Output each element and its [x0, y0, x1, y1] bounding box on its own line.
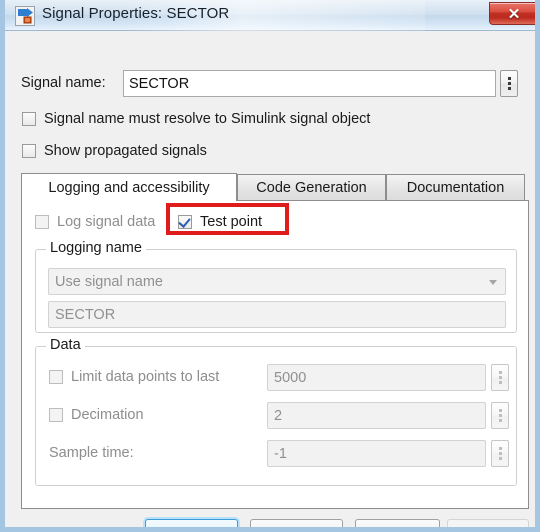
checkbox-label: Decimation: [71, 407, 144, 423]
tab-label: Logging and accessibility: [48, 179, 210, 196]
tab-documentation[interactable]: Documentation: [386, 174, 525, 201]
help-button-label: Help: [383, 526, 413, 527]
vertical-ellipsis-icon: [492, 365, 508, 390]
checkbox-log-signal-data[interactable]: Log signal data: [35, 214, 155, 230]
ok-button[interactable]: OK: [145, 519, 238, 527]
apply-button-label: Apply: [470, 526, 506, 527]
group-logging-name: Logging name Use signal name SECTOR: [35, 240, 517, 333]
sample-time-field[interactable]: -1: [267, 440, 486, 467]
logging-name-value-field[interactable]: SECTOR: [48, 301, 506, 328]
limit-data-points-browse-button[interactable]: [491, 364, 509, 391]
vertical-ellipsis-icon: [492, 441, 508, 466]
chevron-down-icon: [489, 279, 497, 285]
signal-name-browse-button[interactable]: [500, 70, 518, 97]
checkbox-label: Show propagated signals: [44, 143, 207, 159]
apply-button: Apply: [447, 519, 529, 527]
checkbox-label: Limit data points to last: [71, 369, 220, 385]
tab-label: Code Generation: [256, 180, 367, 196]
checkbox-decimation[interactable]: Decimation: [49, 407, 144, 423]
signal-name-label: Signal name:: [21, 75, 106, 91]
tab-logging-and-accessibility[interactable]: Logging and accessibility: [21, 173, 237, 201]
checkbox-box: [49, 370, 63, 384]
checkbox-box: [49, 408, 63, 422]
checkbox-limit-data-points[interactable]: Limit data points to last: [49, 369, 219, 385]
limit-data-points-value: 5000: [274, 369, 307, 386]
decimation-value: 2: [274, 407, 283, 424]
cancel-button-label: Cancel: [274, 526, 319, 527]
window-title: Signal Properties: SECTOR: [42, 5, 230, 22]
signal-name-input[interactable]: [123, 70, 496, 97]
logging-name-value: SECTOR: [55, 306, 116, 323]
tab-strip: Logging and accessibility Code Generatio…: [21, 173, 529, 201]
close-button[interactable]: ✕: [489, 2, 535, 25]
checkbox-show-propagated-signals[interactable]: Show propagated signals: [22, 143, 207, 159]
logging-name-mode-dropdown[interactable]: Use signal name: [48, 268, 506, 295]
group-logging-name-title: Logging name: [46, 240, 146, 256]
checkbox-label: Log signal data: [57, 214, 156, 230]
checkbox-label: Signal name must resolve to Simulink sig…: [44, 111, 371, 127]
vertical-ellipsis-icon: [492, 403, 508, 428]
checkbox-box: [22, 112, 36, 126]
vertical-ellipsis-icon: [501, 71, 517, 96]
checkbox-box: [35, 215, 49, 229]
cancel-button[interactable]: Cancel: [250, 519, 343, 527]
tab-code-generation[interactable]: Code Generation: [237, 174, 386, 201]
close-icon: ✕: [507, 5, 521, 23]
title-bar: Signal Properties: SECTOR ✕: [5, 0, 535, 31]
decimation-browse-button[interactable]: [491, 402, 509, 429]
checkbox-label: Test point: [200, 214, 263, 230]
sample-time-browse-button[interactable]: [491, 440, 509, 467]
checkbox-resolve-to-signal-object[interactable]: Signal name must resolve to Simulink sig…: [22, 111, 370, 127]
tab-label: Documentation: [406, 180, 505, 196]
limit-data-points-field[interactable]: 5000: [267, 364, 486, 391]
simulink-signal-icon: [15, 6, 35, 26]
checkbox-box-checked: [178, 215, 192, 229]
dialog-client-area: Signal name: Signal name must resolve to…: [10, 31, 535, 527]
sample-time-label-text: Sample time:: [49, 445, 134, 461]
sample-time-value: -1: [274, 445, 287, 462]
ok-button-label: OK: [181, 526, 202, 527]
sample-time-label: Sample time:: [49, 445, 134, 461]
group-data: Data Limit data points to last 5000 Deci…: [35, 337, 517, 486]
logging-name-mode-value: Use signal name: [55, 273, 163, 290]
decimation-field[interactable]: 2: [267, 402, 486, 429]
group-data-title: Data: [46, 337, 85, 353]
signal-properties-dialog: Signal Properties: SECTOR ✕ Signal name:…: [0, 0, 540, 532]
checkbox-test-point[interactable]: Test point: [178, 214, 262, 230]
tab-panel-logging-and-accessibility: Log signal data Test point Logging name …: [21, 200, 529, 509]
help-button[interactable]: Help: [355, 519, 440, 527]
checkbox-box: [22, 144, 36, 158]
